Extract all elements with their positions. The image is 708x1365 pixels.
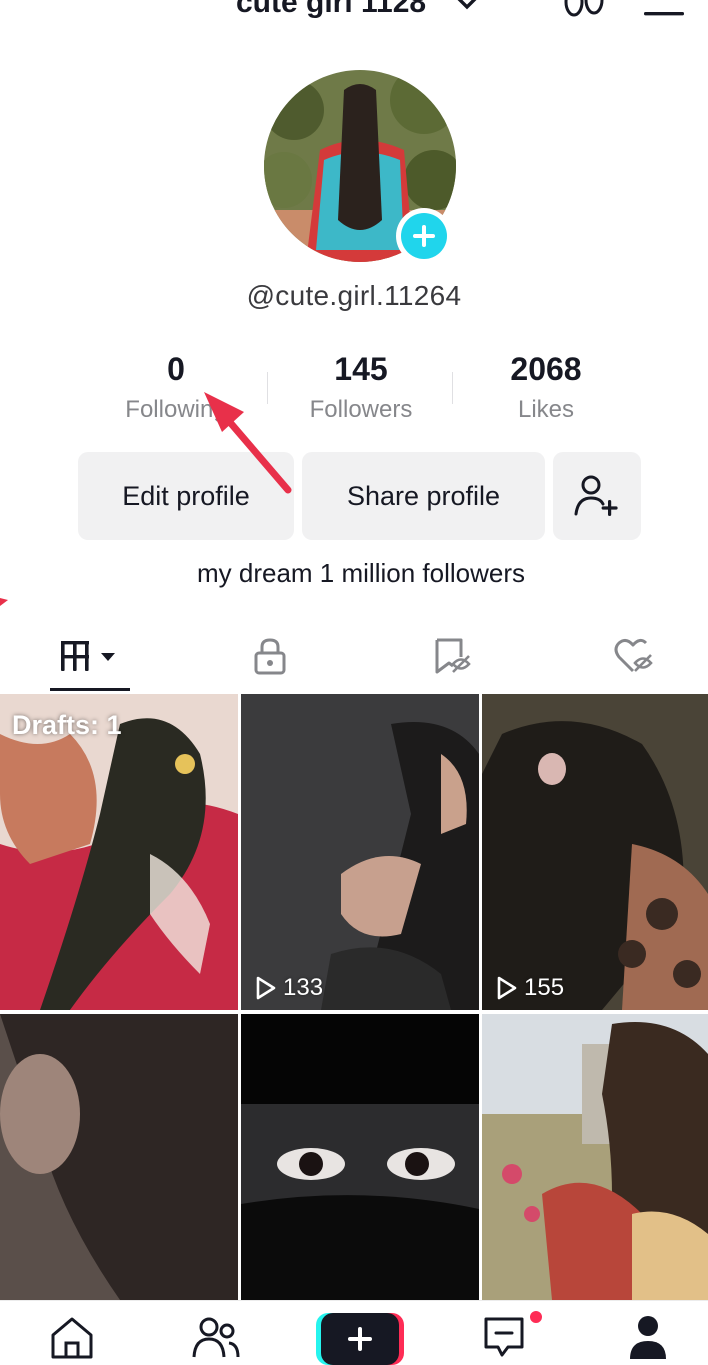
account-switcher-title[interactable]: cute girl 1128 xyxy=(236,0,426,20)
view-count-text: 133 xyxy=(283,974,324,1001)
following-count: 0 xyxy=(167,351,185,387)
followers-count: 145 xyxy=(334,351,388,387)
video-tile[interactable] xyxy=(241,1014,479,1300)
view-count-text: 155 xyxy=(524,974,565,1001)
share-profile-button[interactable]: Share profile xyxy=(302,452,545,540)
stat-divider xyxy=(452,372,453,404)
create-button[interactable] xyxy=(316,1313,404,1365)
plus-icon xyxy=(413,225,435,247)
add-avatar-button[interactable] xyxy=(396,208,452,264)
tab-private[interactable] xyxy=(230,620,310,692)
likes-label: Likes xyxy=(517,396,575,423)
active-tab-indicator xyxy=(50,688,130,691)
tab-videos[interactable] xyxy=(40,620,140,692)
video-tile[interactable] xyxy=(0,1014,238,1300)
stat-followers[interactable]: 145 Followers xyxy=(271,350,451,432)
bottom-navigation xyxy=(0,1300,708,1365)
inbox-icon xyxy=(484,1317,524,1357)
tab-favorites[interactable] xyxy=(412,620,492,692)
bio-text: my dream 1 million followers xyxy=(197,558,525,588)
view-count: 155 xyxy=(496,974,564,1002)
edit-profile-button[interactable]: Edit profile xyxy=(78,452,294,540)
nav-profile[interactable] xyxy=(618,1311,678,1363)
footprint-icon[interactable] xyxy=(562,0,606,22)
content-tabs xyxy=(0,620,708,692)
video-tile[interactable]: 155 xyxy=(482,694,708,1010)
grid-icon xyxy=(61,641,115,671)
create-plus-icon xyxy=(316,1313,404,1365)
nav-inbox[interactable] xyxy=(474,1311,534,1363)
tab-liked[interactable] xyxy=(594,620,674,692)
hamburger-menu-icon[interactable] xyxy=(644,0,684,18)
heart-hidden-icon xyxy=(614,638,653,673)
stat-likes[interactable]: 2068 Likes xyxy=(456,350,636,432)
stat-divider xyxy=(267,372,268,404)
add-friend-icon xyxy=(574,475,618,516)
profile-icon xyxy=(630,1316,666,1359)
username: @cute.girl.11264 xyxy=(246,280,462,311)
nav-home[interactable] xyxy=(42,1311,102,1363)
notification-dot xyxy=(528,1309,544,1325)
stat-following[interactable]: 0 Following xyxy=(86,350,266,432)
home-icon xyxy=(51,1317,93,1359)
drafts-badge: Drafts: 1 xyxy=(12,710,122,740)
followers-label: Followers xyxy=(309,396,413,423)
chevron-down-icon[interactable] xyxy=(456,0,478,12)
view-count: 133 xyxy=(255,974,323,1002)
video-tile[interactable]: 133 xyxy=(241,694,479,1010)
lock-icon xyxy=(254,638,286,675)
top-bar: cute girl 1128 xyxy=(0,0,708,40)
bookmark-hidden-icon xyxy=(435,638,471,674)
add-friend-button[interactable] xyxy=(553,452,641,540)
play-icon xyxy=(256,976,276,1000)
likes-count: 2068 xyxy=(510,351,582,387)
nav-friends[interactable] xyxy=(186,1311,246,1363)
video-tile-drafts[interactable]: Drafts: 1 xyxy=(0,694,238,1010)
following-label: Following xyxy=(125,396,227,423)
video-tile[interactable] xyxy=(482,1014,708,1300)
friends-icon xyxy=(192,1317,240,1358)
play-icon xyxy=(497,976,517,1000)
